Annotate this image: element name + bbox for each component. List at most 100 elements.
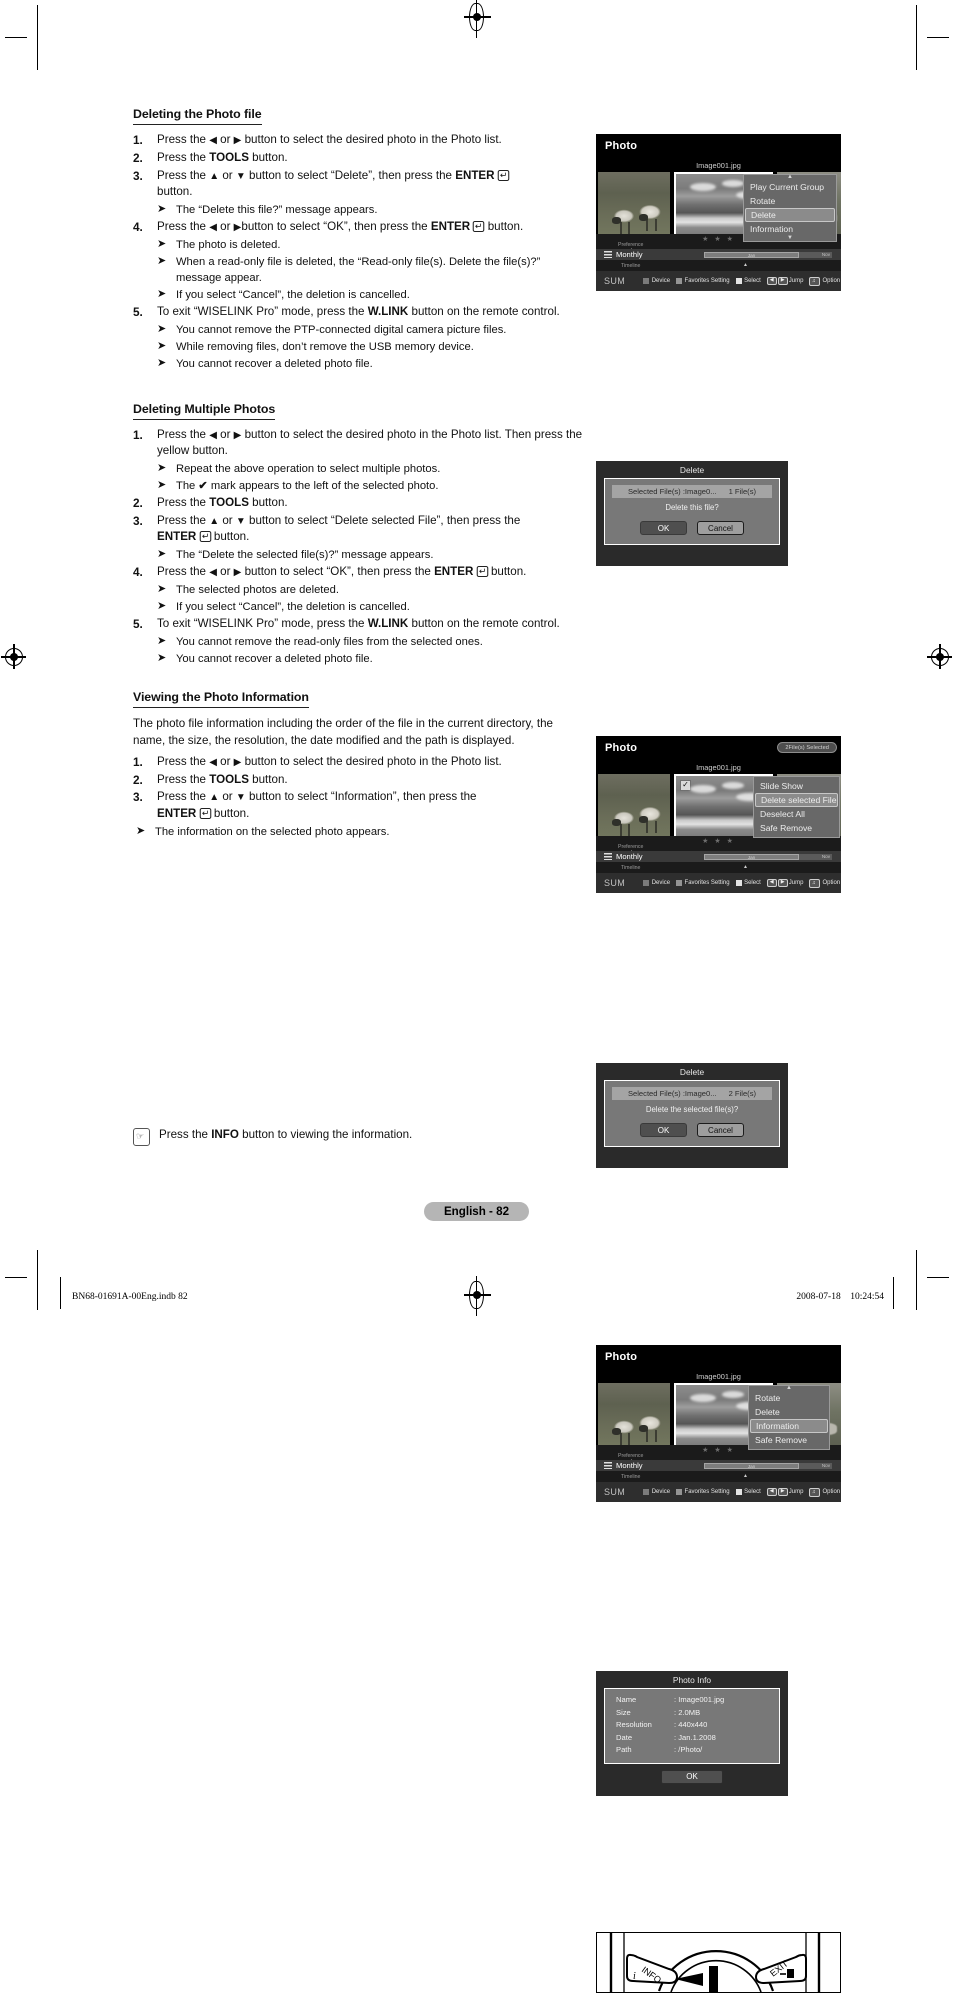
step-text: Press the TOOLS button. xyxy=(157,496,288,509)
section-viewing-photo-information: Viewing the Photo Information The photo … xyxy=(133,688,585,839)
note-item: ➤ When a read-only file is deleted, the … xyxy=(157,254,585,286)
note-text: You cannot recover a deleted photo file. xyxy=(176,653,373,666)
note-item: ➤ While removing files, don’t remove the… xyxy=(157,339,585,355)
info-value: : Image001.jpg xyxy=(674,1695,725,1704)
key-hint-select[interactable]: Select xyxy=(735,1489,761,1495)
note-bullet-icon: ➤ xyxy=(157,635,167,648)
note-bullet-icon: ➤ xyxy=(157,652,167,665)
menu-item-safe-remove[interactable]: Safe Remove xyxy=(754,821,839,835)
note-item: ➤ You cannot recover a deleted photo fil… xyxy=(157,356,585,372)
dialog-ok-button[interactable]: OK xyxy=(640,521,687,535)
key-hint-option[interactable]: ♫ Option xyxy=(809,1487,840,1497)
key-hint-option[interactable]: ♫ Option xyxy=(809,878,840,888)
key-hint-favorites-setting[interactable]: Favorites Setting xyxy=(676,278,730,284)
key-hint-label: Jump xyxy=(788,880,804,886)
menu-item-rotate[interactable]: Rotate xyxy=(749,1391,829,1405)
menu-item-slide-show[interactable]: Slide Show xyxy=(754,779,839,793)
timeline-caret-icon: ▲ xyxy=(743,864,748,870)
key-hint-jump[interactable]: ◀ ▶ Jump xyxy=(766,1487,803,1497)
green-swatch-icon xyxy=(676,278,683,284)
crop-mark-bottom-left-horz xyxy=(5,1277,27,1279)
tools-menu[interactable]: ▲ Play Current Group Rotate Delete Infor… xyxy=(743,174,837,242)
note-item: ➤ The ✔ mark appears to the left of the … xyxy=(157,478,585,494)
note-item: ➤ The information on the selected photo … xyxy=(136,824,585,840)
key-hint-favorites-setting[interactable]: Favorites Setting xyxy=(676,1489,730,1495)
key-hint-select[interactable]: Select xyxy=(735,880,761,886)
table-row: Name : Image001.jpg xyxy=(605,1694,779,1707)
key-hint-device[interactable]: Device xyxy=(643,880,670,886)
note-item: ➤ If you select “Cancel”, the deletion i… xyxy=(157,599,585,615)
note-text: You cannot remove the PTP-connected digi… xyxy=(176,324,507,337)
note-bullet-icon: ➤ xyxy=(157,478,167,491)
dialog-delete-single[interactable]: Delete Selected File(s) :Image0... 1 File… xyxy=(596,461,788,566)
remote-control-illustration: INFO i EXIT xyxy=(596,1932,841,1993)
menu-item-deselect-all[interactable]: Deselect All xyxy=(754,807,839,821)
thumbnail-sheep[interactable] xyxy=(598,1383,670,1454)
sort-mode-row[interactable]: Monthly Jan Nov xyxy=(596,1460,841,1471)
note-text: When a read-only file is deleted, the “R… xyxy=(176,255,541,285)
dialog-cancel-button[interactable]: Cancel xyxy=(697,1123,744,1137)
yellow-swatch-icon xyxy=(735,1489,742,1495)
key-hint-label: Device xyxy=(651,1489,671,1495)
enter-icon: ↵ xyxy=(199,808,211,820)
menu-item-delete-selected-file[interactable]: Delete selected File xyxy=(755,793,838,807)
step-item: 4. Press the ◀ or ▶button to select “OK”… xyxy=(133,219,585,236)
sort-mode-row[interactable]: Monthly Jan Nov xyxy=(596,851,841,862)
key-hint-option[interactable]: ♫ Option xyxy=(809,276,840,286)
trim-line-right-bottom xyxy=(916,1250,918,1310)
timeline-track[interactable]: Jan Nov xyxy=(704,1462,832,1469)
dialog-body: Selected File(s) :Image0... 2 File(s) Del… xyxy=(604,1080,780,1147)
tools-menu[interactable]: ▲ Rotate Delete Information Safe Remove xyxy=(748,1385,830,1450)
step-text: Press the ◀ or ▶ button to select the de… xyxy=(157,754,502,768)
enter-icon: ↵ xyxy=(473,221,485,232)
key-hint-device[interactable]: Device xyxy=(643,278,670,284)
screenshot-photo-information-menu: Photo Image001.jpg ▲ Rotate Delete Infor… xyxy=(596,1345,841,1502)
dialog-body: Selected File(s) :Image0... 1 File(s) Del… xyxy=(604,478,780,545)
timeline-label: Timeline xyxy=(621,865,641,871)
step-item: 5. To exit “WISELINK Pro” mode, press th… xyxy=(133,616,585,633)
step-item: 4. Press the ◀ or ▶ button to select “OK… xyxy=(133,564,585,581)
menu-item-delete[interactable]: Delete xyxy=(749,1405,829,1419)
trim-line-left-bottom xyxy=(37,1250,39,1310)
step-number: 1. xyxy=(133,754,143,769)
info-value: : 440x440 xyxy=(674,1720,708,1729)
screen-filename: Image001.jpg xyxy=(696,763,741,772)
channel-up-icon: ▶ xyxy=(777,878,788,888)
screen-title: Photo xyxy=(605,1351,638,1363)
tools-menu[interactable]: Slide Show Delete selected File Deselect… xyxy=(753,776,840,838)
dialog-cancel-button[interactable]: Cancel xyxy=(697,521,744,535)
dialog-ok-button[interactable]: OK xyxy=(640,1123,687,1137)
key-hint-jump[interactable]: ◀ ▶ Jump xyxy=(766,276,803,286)
menu-item-information[interactable]: Information xyxy=(744,222,836,236)
note-text: The selected photos are deleted. xyxy=(176,584,339,596)
dialog-title: Delete xyxy=(679,465,705,475)
dialog-delete-multiple[interactable]: Delete Selected File(s) :Image0... 2 File… xyxy=(596,1063,788,1168)
note-item: ➤ Repeat the above operation to select m… xyxy=(157,461,585,477)
menu-item-rotate[interactable]: Rotate xyxy=(744,194,836,208)
footer-divider-right xyxy=(893,1277,895,1309)
sort-mode-label: Monthly xyxy=(616,852,643,861)
menu-item-information[interactable]: Information xyxy=(750,1419,828,1433)
key-hint-select[interactable]: Select xyxy=(735,278,761,284)
step-text: Press the ◀ or ▶ button to select the de… xyxy=(157,427,583,458)
photo-info-ok-button[interactable]: OK xyxy=(661,1769,723,1784)
dialog-selected-files-row: Selected File(s) :Image0... 1 File(s) xyxy=(612,485,772,498)
channel-up-icon: ▶ xyxy=(777,1487,788,1497)
timeline-track[interactable]: Jan Nov xyxy=(704,251,832,258)
key-hint-device[interactable]: Device xyxy=(643,1489,670,1495)
dialog-photo-info[interactable]: Photo Info Name : Image001.jpg Size : 2.… xyxy=(596,1671,788,1796)
key-hint-favorites-setting[interactable]: Favorites Setting xyxy=(676,880,730,886)
thumbnail-sheep[interactable] xyxy=(598,774,670,845)
thumbnail-sheep[interactable] xyxy=(598,172,670,243)
sort-mode-row[interactable]: Monthly Jan Nov xyxy=(596,249,841,260)
footer-timestamp: 2008-07-18 10:24:54 xyxy=(796,1292,884,1302)
timeline-track[interactable]: Jan Nov xyxy=(704,853,832,860)
menu-item-play-current-group[interactable]: Play Current Group xyxy=(744,180,836,194)
registration-target-right xyxy=(927,644,952,669)
menu-item-delete[interactable]: Delete xyxy=(745,208,835,222)
key-hint-jump[interactable]: ◀ ▶ Jump xyxy=(766,878,804,888)
timeline-range: Jan xyxy=(704,251,799,258)
channel-down-icon: ◀ xyxy=(766,276,777,286)
menu-item-safe-remove[interactable]: Safe Remove xyxy=(749,1433,829,1447)
info-value: : /Photo/ xyxy=(674,1745,703,1754)
